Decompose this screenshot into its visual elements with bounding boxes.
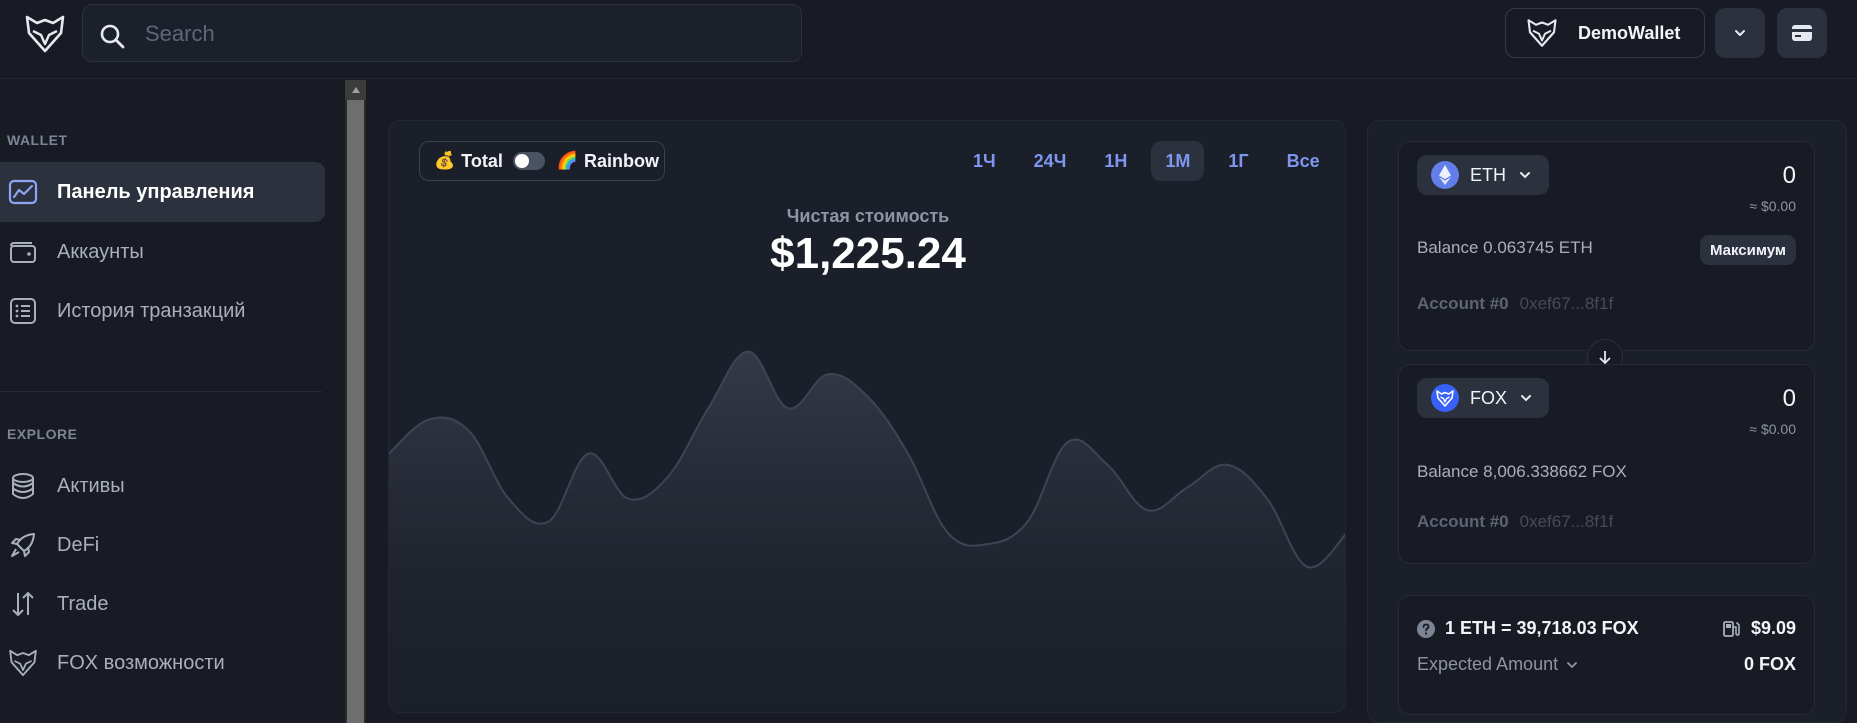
chevron-down-icon xyxy=(1735,30,1745,36)
scroll-up-button[interactable] xyxy=(345,80,366,100)
eth-icon xyxy=(1431,161,1459,189)
buy-asset-selector[interactable]: FOX xyxy=(1417,378,1549,418)
sell-asset-symbol: ETH xyxy=(1470,164,1506,185)
buy-balance: Balance 8,006.338662 FOX xyxy=(1417,462,1627,481)
sell-account[interactable]: Account #0 0xef67...8f1f xyxy=(1417,294,1613,314)
search-icon xyxy=(99,23,125,49)
sidebar-item-label: FOX возможности xyxy=(57,651,225,674)
wallet-button[interactable]: DemoWallet xyxy=(1505,8,1705,58)
account-label: Account #0 xyxy=(1417,512,1509,531)
sidebar-item-label: Активы xyxy=(57,474,125,497)
chart-area-fill xyxy=(389,351,1345,712)
sidebar-item-fox-opportunities[interactable]: FOX возможности xyxy=(0,633,325,693)
sidebar-item-label: Панель управления xyxy=(57,180,255,203)
chart-line-icon xyxy=(8,177,38,207)
account-address: 0xef67...8f1f xyxy=(1519,512,1614,531)
credit-card-icon xyxy=(1792,25,1812,41)
account-address: 0xef67...8f1f xyxy=(1519,294,1614,313)
search-bar[interactable] xyxy=(82,4,802,62)
expected-amount-label: Expected Amount xyxy=(1417,654,1559,674)
sidebar: WALLET Панель управления Аккаунты Истори… xyxy=(0,80,345,723)
sidebar-item-label: История транзакций xyxy=(57,299,246,322)
gas-fee: $9.09 xyxy=(1721,618,1796,639)
range-1m[interactable]: 1М xyxy=(1151,141,1205,181)
range-all[interactable]: Все xyxy=(1273,141,1334,181)
wallet-menu-button[interactable] xyxy=(1715,8,1765,58)
buy-amount[interactable]: 0 xyxy=(1783,385,1796,413)
net-worth-value: $1,225.24 xyxy=(770,229,966,278)
chevron-down-icon xyxy=(1521,395,1532,402)
expected-amount-toggle[interactable]: Expected Amount xyxy=(1417,654,1578,675)
sidebar-item-label: Аккаунты xyxy=(57,240,144,263)
sell-amount[interactable]: 0 xyxy=(1783,162,1796,190)
sidebar-item-label: Trade xyxy=(57,592,109,615)
rainbow-switch[interactable] xyxy=(512,152,545,170)
total-label: Total xyxy=(461,150,503,171)
range-1y[interactable]: 1Г xyxy=(1214,141,1262,181)
database-icon xyxy=(8,471,38,501)
time-range-selector: 1Ч 24Ч 1Н 1М 1Г Все xyxy=(949,141,1334,181)
sidebar-divider xyxy=(0,391,322,392)
chevron-down-icon xyxy=(1520,172,1530,179)
wallet-icon xyxy=(8,237,38,267)
question-circle-icon[interactable] xyxy=(1417,619,1435,638)
rocket-icon xyxy=(8,530,38,560)
trade-quote-box: 1 ETH = 39,718.03 FOX $9.09 Expected Amo… xyxy=(1398,595,1815,715)
arrow-down-icon xyxy=(1599,351,1611,365)
fox-wallet-icon xyxy=(1526,18,1558,48)
sidebar-item-trade[interactable]: Trade xyxy=(0,574,325,634)
trade-panel-toggle-button[interactable] xyxy=(1777,8,1827,58)
total-rainbow-toggle[interactable]: 💰 Total 🌈 Rainbow xyxy=(419,141,665,181)
range-1h[interactable]: 1Ч xyxy=(959,141,1010,181)
wallet-name: DemoWallet xyxy=(1578,22,1681,43)
range-24h[interactable]: 24Ч xyxy=(1020,141,1081,181)
buy-account[interactable]: Account #0 0xef67...8f1f xyxy=(1417,512,1613,532)
gas-fee-value: $9.09 xyxy=(1750,618,1796,638)
switch-knob xyxy=(514,154,529,168)
chevron-down-icon xyxy=(1567,661,1577,668)
buy-asset-symbol: FOX xyxy=(1470,387,1508,408)
sell-fiat-value: ≈ $0.00 xyxy=(1749,198,1796,214)
buy-asset-box: FOX 0 ≈ $0.00 Balance 8,006.338662 FOX A… xyxy=(1398,364,1815,564)
rainbow-icon: 🌈 xyxy=(556,151,579,170)
list-icon xyxy=(8,296,38,326)
triangle-up-icon xyxy=(351,87,360,93)
trade-panel: ETH 0 ≈ $0.00 Balance 0.063745 ETH Макси… xyxy=(1367,120,1847,723)
fox-token-icon xyxy=(1431,384,1459,412)
shapeshift-fox-logo[interactable] xyxy=(24,14,66,54)
search-input[interactable] xyxy=(145,15,765,53)
gas-pump-icon xyxy=(1723,620,1740,637)
buy-fiat-value: ≈ $0.00 xyxy=(1749,421,1796,437)
account-label: Account #0 xyxy=(1417,294,1509,313)
max-button[interactable]: Максимум xyxy=(1699,235,1796,265)
sidebar-item-accounts[interactable]: Аккаунты xyxy=(0,222,325,282)
net-worth-label: Чистая стоимость xyxy=(786,206,950,226)
sidebar-item-defi[interactable]: DeFi xyxy=(0,515,325,575)
arrows-updown-icon xyxy=(8,589,38,619)
expected-amount-value: 0 FOX xyxy=(1743,654,1796,674)
range-1w[interactable]: 1Н xyxy=(1090,141,1141,181)
sell-balance: Balance 0.063745 ETH xyxy=(1417,238,1593,257)
money-bag-icon: 💰 xyxy=(434,151,456,170)
rainbow-label: Rainbow xyxy=(584,150,660,171)
fox-icon xyxy=(8,648,38,678)
scrollbar-thumb[interactable] xyxy=(347,100,364,723)
explore-section-label: EXPLORE xyxy=(7,426,78,442)
sidebar-item-transaction-history[interactable]: История транзакций xyxy=(0,281,325,341)
sidebar-item-label: DeFi xyxy=(57,533,100,556)
sell-asset-box: ETH 0 ≈ $0.00 Balance 0.063745 ETH Макси… xyxy=(1398,141,1815,351)
exchange-rate-text: 1 ETH = 39,718.03 FOX xyxy=(1445,618,1639,638)
exchange-rate: 1 ETH = 39,718.03 FOX xyxy=(1417,618,1639,639)
wallet-section-label: WALLET xyxy=(7,132,68,148)
sell-asset-selector[interactable]: ETH xyxy=(1417,155,1549,195)
sidebar-item-assets[interactable]: Активы xyxy=(0,456,325,516)
top-bar: DemoWallet xyxy=(0,0,1857,79)
net-worth-chart-card: 💰 Total 🌈 Rainbow 1Ч 24Ч 1Н 1М 1Г Все Чи… xyxy=(388,120,1346,713)
sidebar-item-dashboard[interactable]: Панель управления xyxy=(0,162,325,222)
